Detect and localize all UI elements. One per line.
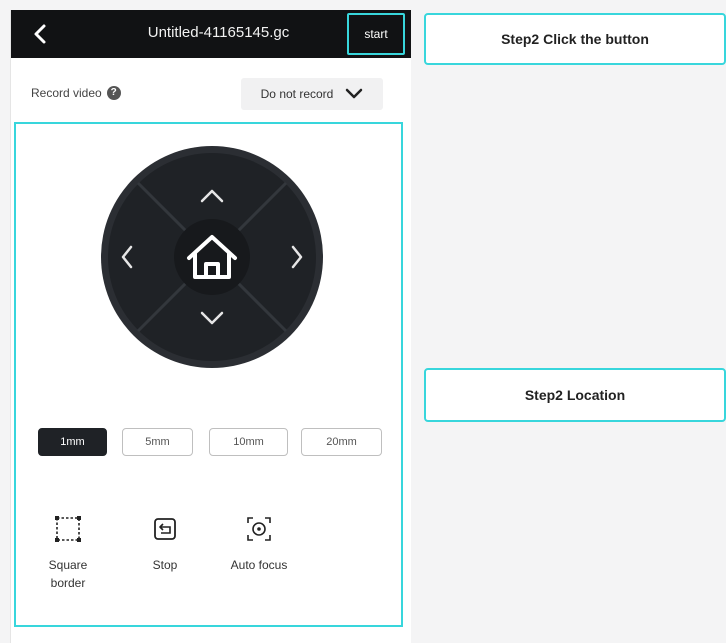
step-location-callout: Step2 Location (424, 368, 726, 422)
question-icon[interactable]: ? (106, 86, 121, 100)
start-button[interactable]: start (347, 13, 405, 55)
control-panel: 1mm 5mm 10mm 20mm Square border Stop Aut… (14, 122, 403, 627)
auto-focus-label: Auto focus (230, 558, 288, 572)
auto-focus-button[interactable]: Auto focus (221, 514, 297, 574)
stop-icon (154, 518, 176, 540)
record-video-row: Record video ? (31, 86, 121, 100)
step-20mm-button[interactable]: 20mm (301, 428, 382, 456)
record-video-select[interactable]: Do not record (241, 78, 383, 110)
stop-button[interactable]: Stop (130, 514, 200, 574)
app-panel: Untitled-41165145.gc start Record video … (10, 10, 411, 643)
step-1mm-button[interactable]: 1mm (38, 428, 107, 456)
direction-pad (101, 146, 323, 368)
step-10mm-button[interactable]: 10mm (209, 428, 288, 456)
step-click-callout: Step2 Click the button (424, 13, 726, 65)
home-button[interactable] (174, 219, 250, 295)
file-title: Untitled-41165145.gc (147, 24, 290, 41)
step-5mm-button[interactable]: 5mm (122, 428, 193, 456)
square-border-label: Square border (48, 558, 88, 590)
chevron-down-icon (346, 88, 363, 99)
top-bar: Untitled-41165145.gc start (11, 10, 411, 58)
record-video-label: Record video (31, 86, 102, 100)
stop-label: Stop (152, 558, 178, 572)
auto-focus-icon (247, 517, 271, 541)
square-border-button[interactable]: Square border (33, 514, 103, 592)
back-arrow-icon[interactable] (29, 22, 53, 46)
record-select-value: Do not record (260, 87, 334, 101)
square-border-icon (55, 516, 81, 542)
